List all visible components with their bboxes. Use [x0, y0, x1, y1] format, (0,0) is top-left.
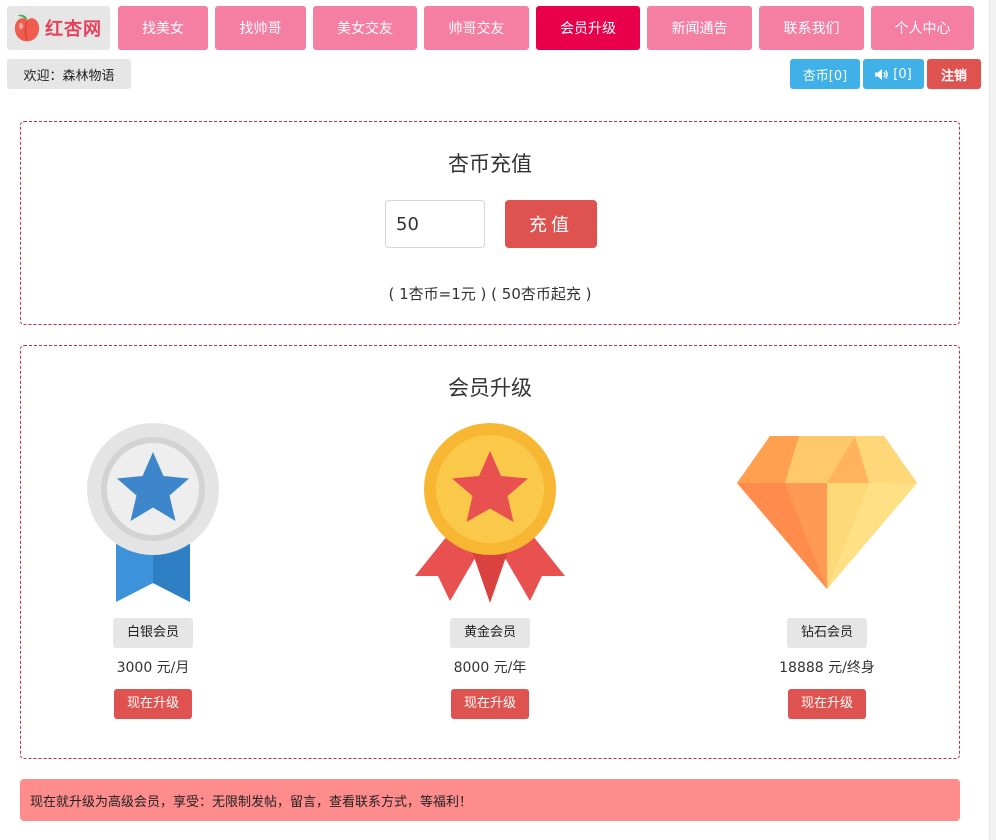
tier-silver-upgrade-button[interactable]: 现在升级	[113, 689, 192, 719]
recharge-title: 杏币充值	[448, 152, 532, 176]
tier-gold: 黄金会员 8000 元/年 现在升级	[390, 421, 590, 719]
tier-gold-price: 8000 元/年	[453, 660, 527, 676]
nav-news[interactable]: 新闻通告	[647, 6, 752, 50]
recharge-amount-input[interactable]	[385, 200, 485, 248]
welcome-label: 欢迎：森林物语	[7, 59, 131, 89]
speaker-icon	[875, 68, 889, 80]
tier-diamond: 钻石会员 18888 元/终身 现在升级	[727, 421, 927, 719]
main-nav: 找美女 找帅哥 美女交友 帅哥交友 会员升级 新闻通告 联系我们 个人中心	[118, 6, 974, 50]
tier-gold-name: 黄金会员	[449, 618, 530, 648]
gold-medal-icon	[415, 423, 565, 603]
recharge-note: ( 1杏币=1元 ) ( 50杏币起充 )	[388, 285, 592, 303]
tier-silver-name: 白银会员	[112, 618, 193, 648]
logout-button[interactable]: 注销	[927, 59, 981, 89]
tier-silver: 白银会员 3000 元/月 现在升级	[53, 421, 253, 719]
nav-women-dating[interactable]: 美女交友	[313, 6, 417, 50]
site-logo[interactable]: 红杏网	[7, 6, 110, 50]
recharge-button[interactable]: 充值	[505, 200, 597, 248]
nav-men-dating[interactable]: 帅哥交友	[424, 6, 529, 50]
page-scrollbar[interactable]	[989, 0, 996, 840]
recharge-panel: 杏币充值 充值 ( 1杏币=1元 ) ( 50杏币起充 )	[20, 121, 960, 325]
nav-find-women[interactable]: 找美女	[118, 6, 208, 50]
tier-diamond-name: 钻石会员	[786, 618, 867, 648]
peach-logo-icon	[14, 14, 40, 42]
tier-silver-price: 3000 元/月	[116, 660, 190, 676]
coins-button[interactable]: 杏币[0]	[790, 59, 860, 89]
notifications-count: [0]	[893, 66, 912, 82]
membership-panel: 会员升级 白银会员 3000 元/月 现在升级 黄金会员 8000 元/年 现在…	[20, 345, 960, 759]
nav-contact[interactable]: 联系我们	[759, 6, 864, 50]
membership-title: 会员升级	[448, 376, 532, 400]
diamond-icon	[737, 436, 917, 589]
user-toolbar: 杏币[0] [0] 注销	[790, 59, 981, 89]
nav-find-men[interactable]: 找帅哥	[215, 6, 306, 50]
tier-gold-upgrade-button[interactable]: 现在升级	[450, 689, 529, 719]
nav-personal-center[interactable]: 个人中心	[871, 6, 974, 50]
upgrade-benefits-banner: 现在就升级为高级会员，享受：无限制发帖，留言，查看联系方式，等福利！	[20, 779, 960, 821]
notifications-button[interactable]: [0]	[863, 59, 924, 89]
logo-text: 红杏网	[45, 19, 102, 40]
tier-diamond-upgrade-button[interactable]: 现在升级	[787, 689, 866, 719]
nav-membership-upgrade[interactable]: 会员升级	[536, 6, 640, 50]
tier-diamond-price: 18888 元/终身	[779, 660, 875, 676]
silver-medal-icon	[87, 423, 219, 602]
